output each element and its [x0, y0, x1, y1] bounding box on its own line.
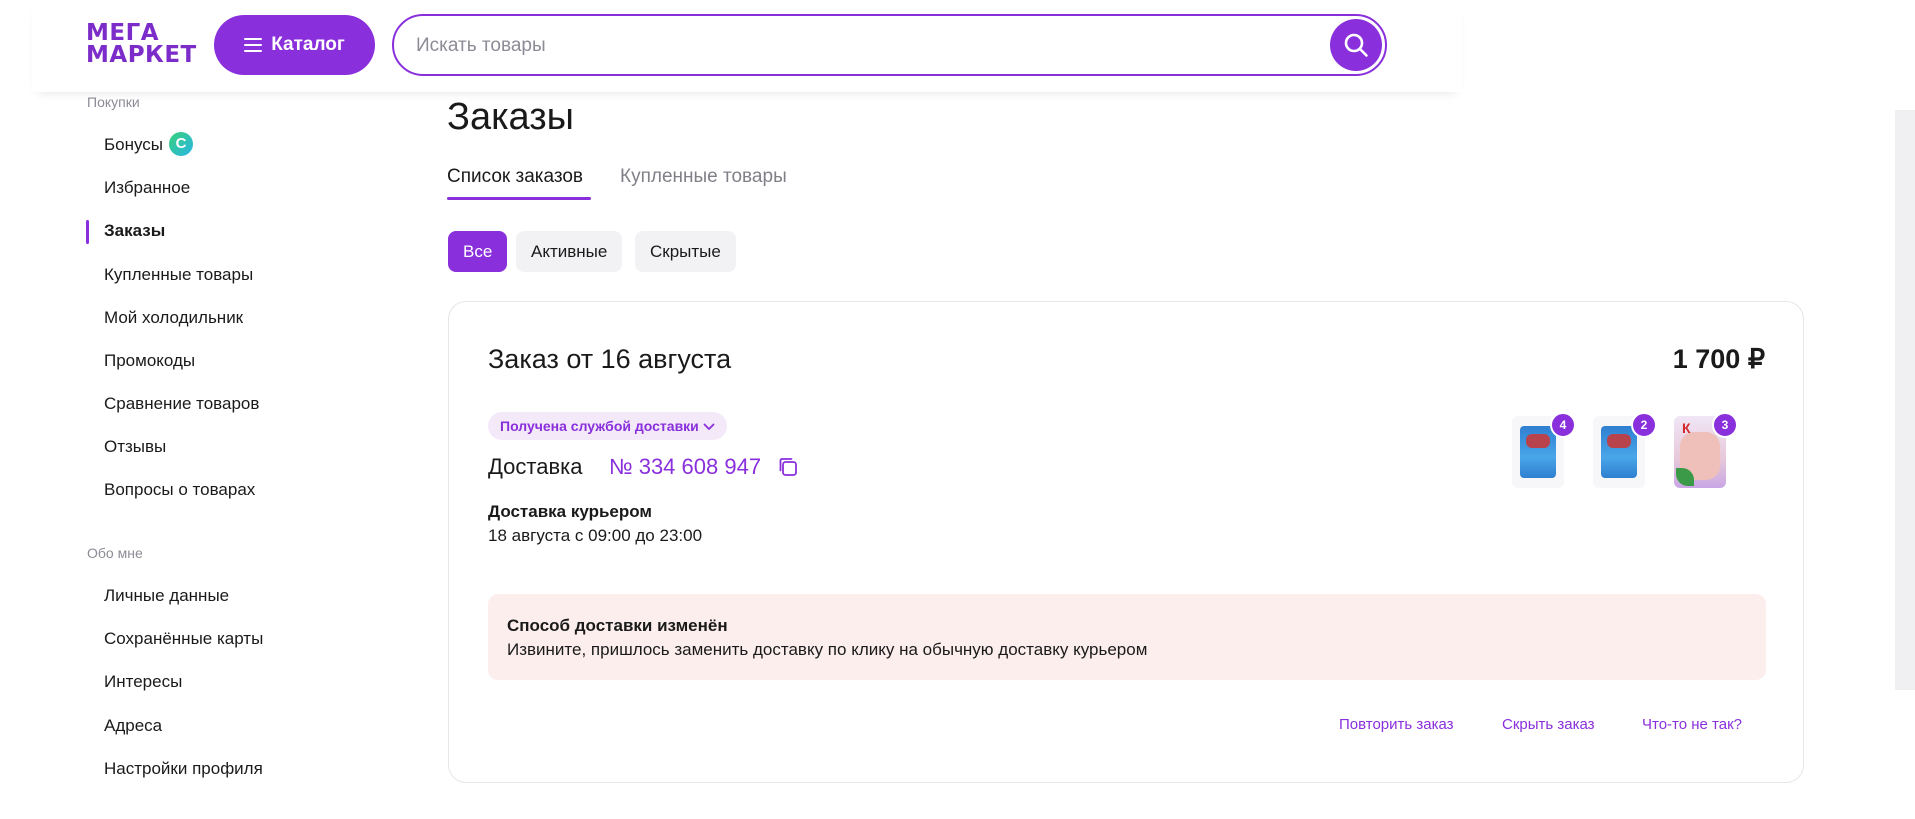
search-input[interactable]: [414, 16, 1298, 76]
sidebar-item-label: Бонусы: [104, 135, 164, 154]
active-tab-underline: [447, 197, 591, 200]
search-box: [392, 14, 1387, 76]
tab-orders-list[interactable]: Список заказов: [447, 166, 583, 188]
item-qty-badge: 2: [1631, 412, 1657, 438]
item-qty-badge: 3: [1712, 412, 1738, 438]
profile-sidebar: Покупки Бонусы С Избранное Заказы Купленн…: [0, 0, 420, 819]
delivery-method: Доставка курьером: [488, 502, 652, 521]
brand-mark: К: [1682, 420, 1691, 436]
catalog-button-label: Каталог: [271, 34, 345, 55]
delivery-label: Доставка: [488, 454, 583, 479]
order-total: 1 700 ₽: [1672, 344, 1765, 374]
search-button[interactable]: [1330, 19, 1382, 71]
sidebar-item-addresses[interactable]: Адреса: [104, 714, 162, 738]
sidebar-item-interests[interactable]: Интересы: [104, 670, 182, 694]
order-status-text: Получена службой доставки: [500, 418, 699, 434]
meat-pack-product-image[interactable]: 2: [1593, 412, 1657, 488]
tab-purchased-goods[interactable]: Купленные товары: [620, 166, 787, 188]
notice-title: Способ доставки изменён: [507, 616, 728, 635]
order-items: 4 2 К 3: [1512, 412, 1742, 492]
sidebar-item-compare[interactable]: Сравнение товаров: [104, 392, 259, 416]
notice-text: Извините, пришлось заменить доставку по …: [507, 640, 1148, 659]
meat-pack-product-image[interactable]: 4: [1512, 412, 1576, 488]
top-header: МЕГА МАРКЕТ Каталог: [32, 0, 1462, 92]
sidebar-item-orders[interactable]: Заказы: [104, 219, 165, 243]
item-qty-badge: 4: [1550, 412, 1576, 438]
sidebar-item-personal-data[interactable]: Личные данные: [104, 584, 229, 608]
sidebar-item-my-fridge[interactable]: Мой холодильник: [104, 306, 243, 330]
delivery-number-link[interactable]: № 334 608 947: [609, 454, 761, 480]
chicken-product-image[interactable]: К 3: [1674, 412, 1738, 488]
logo-line-1: МЕГА: [86, 20, 160, 46]
megamarket-logo[interactable]: МЕГА МАРКЕТ: [86, 20, 197, 68]
sidebar-item-reviews[interactable]: Отзывы: [104, 435, 166, 459]
bonus-coin-icon: С: [169, 131, 194, 156]
catalog-button[interactable]: Каталог: [214, 15, 375, 75]
section-title-about-me: Обо мне: [87, 545, 143, 561]
sidebar-item-favorites[interactable]: Избранное: [104, 176, 190, 200]
filter-active[interactable]: Активные: [516, 231, 623, 272]
sidebar-item-questions[interactable]: Вопросы о товарах: [104, 478, 255, 502]
order-title[interactable]: Заказ от 16 августа: [488, 344, 731, 375]
page-right-edge: [1895, 110, 1915, 690]
active-item-indicator: [86, 220, 89, 244]
delivery-time: 18 августа с 09:00 до 23:00: [488, 526, 703, 545]
hide-order-button[interactable]: Скрыть заказ: [1502, 716, 1595, 733]
order-status-badge[interactable]: Получена службой доставки: [488, 412, 727, 440]
logo-line-2: МАРКЕТ: [86, 42, 197, 68]
order-card: Заказ от 16 августа 1 700 ₽ Получена слу…: [448, 301, 1804, 783]
sidebar-item-purchased-goods[interactable]: Купленные товары: [104, 263, 253, 287]
report-problem-button[interactable]: Что-то не так?: [1642, 716, 1742, 733]
filter-hidden[interactable]: Скрытые: [635, 231, 736, 272]
search-icon: [1344, 33, 1368, 57]
sidebar-item-promocodes[interactable]: Промокоды: [104, 349, 195, 373]
sidebar-item-bonuses[interactable]: Бонусы С: [104, 131, 194, 157]
sidebar-item-saved-cards[interactable]: Сохранённые карты: [104, 627, 263, 651]
menu-icon: [244, 38, 263, 52]
delivery-changed-notice: Способ доставки изменён Извините, пришло…: [488, 594, 1766, 680]
copy-icon[interactable]: [777, 456, 799, 478]
filter-all[interactable]: Все: [448, 231, 508, 272]
sidebar-item-profile-settings[interactable]: Настройки профиля: [104, 757, 263, 781]
chevron-down-icon: [703, 423, 715, 431]
section-title-purchases: Покупки: [87, 94, 140, 110]
repeat-order-button[interactable]: Повторить заказ: [1339, 716, 1454, 733]
page-title: Заказы: [447, 96, 574, 138]
